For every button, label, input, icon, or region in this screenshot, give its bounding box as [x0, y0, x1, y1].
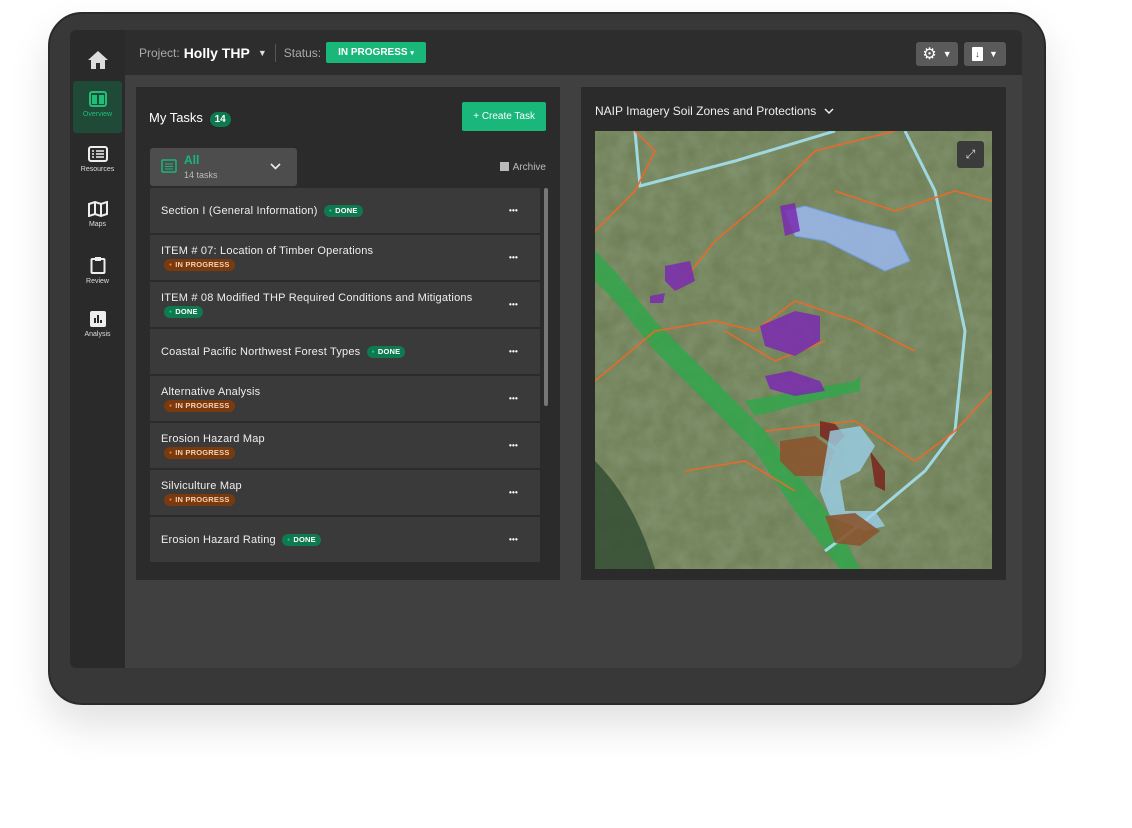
archive-button[interactable]: Archive	[499, 162, 546, 173]
status-badge: IN PROGRESS	[164, 258, 235, 271]
task-count-badge: 14	[209, 112, 231, 127]
map-icon	[87, 201, 108, 217]
status-dropdown[interactable]: IN PROGRESS ▾	[326, 42, 426, 63]
archive-icon	[499, 162, 509, 171]
more-options-icon[interactable]: •••	[509, 439, 518, 453]
task-title: Erosion Hazard Rating DONE	[161, 533, 321, 547]
more-options-icon[interactable]: •••	[509, 298, 518, 312]
divider	[274, 43, 276, 62]
status-badge: DONE	[282, 533, 321, 546]
task-row[interactable]: Section I (General Information) DONE •••	[150, 188, 540, 233]
settings-button[interactable]: ⚙ ▼	[916, 42, 958, 66]
task-row[interactable]: ITEM # 07: Location of Timber Operations…	[150, 235, 540, 280]
chart-icon	[89, 311, 106, 327]
task-row[interactable]: Erosion Hazard Rating DONE •••	[150, 517, 540, 562]
task-row[interactable]: ITEM # 08 Modified THP Required Conditio…	[150, 282, 540, 327]
sidebar-item-resources[interactable]: Resources	[73, 136, 122, 188]
status-badge: IN PROGRESS	[164, 493, 235, 506]
task-row[interactable]: Erosion Hazard MapIN PROGRESS •••	[150, 423, 540, 468]
task-title: ITEM # 08 Modified THP Required Conditio…	[161, 291, 504, 319]
status-badge: IN PROGRESS	[164, 446, 235, 459]
status-badge: IN PROGRESS	[164, 399, 235, 412]
sidebar: Overview Resources Maps Review Analysis	[70, 30, 125, 668]
sidebar-item-review[interactable]: Review	[73, 246, 122, 298]
overview-icon	[88, 91, 107, 107]
gear-icon: ⚙	[922, 46, 937, 63]
sidebar-item-analysis[interactable]: Analysis	[73, 301, 122, 353]
more-options-icon[interactable]: •••	[509, 392, 518, 406]
clipboard-icon	[90, 257, 105, 274]
task-row[interactable]: Alternative AnalysisIN PROGRESS •••	[150, 376, 540, 421]
map-panel: NAIP Imagery Soil Zones and Protections …	[581, 87, 1006, 580]
app-screen: Overview Resources Maps Review Analysis …	[70, 30, 1022, 668]
more-options-icon[interactable]: •••	[509, 486, 518, 500]
caret-down-icon[interactable]: ▼	[258, 48, 267, 58]
task-title: ITEM # 07: Location of Timber Operations…	[161, 244, 373, 272]
chevron-down-icon	[270, 163, 281, 170]
more-options-icon[interactable]: •••	[509, 345, 518, 359]
sidebar-item-overview[interactable]: Overview	[73, 81, 122, 133]
fullscreen-button[interactable]: ⤢	[957, 141, 984, 168]
task-row[interactable]: Coastal Pacific Northwest Forest Types D…	[150, 329, 540, 374]
map-imagery	[595, 131, 992, 569]
more-options-icon[interactable]: •••	[509, 533, 518, 547]
task-title: Erosion Hazard MapIN PROGRESS	[161, 432, 265, 460]
scrollbar[interactable]	[544, 188, 548, 406]
status-badge: DONE	[323, 204, 363, 217]
task-list: Section I (General Information) DONE ••• I…	[150, 188, 540, 566]
tasks-title: My Tasks 14	[149, 110, 231, 127]
create-task-button[interactable]: + Create Task	[462, 102, 546, 131]
task-filter-dropdown[interactable]: All 14 tasks	[150, 148, 297, 186]
list-icon	[161, 159, 177, 173]
download-button[interactable]: ↓ ▼	[964, 42, 1006, 66]
task-title: Silviculture MapIN PROGRESS	[161, 479, 242, 507]
list-icon	[87, 146, 108, 162]
more-options-icon[interactable]: •••	[509, 204, 518, 218]
top-bar: Project: Holly THP ▼ Status: IN PROGRESS…	[125, 30, 1022, 75]
expand-icon: ⤢	[965, 147, 976, 161]
task-title: Section I (General Information) DONE	[161, 204, 363, 218]
status-badge: DONE	[366, 345, 406, 358]
status-badge: DONE	[164, 305, 203, 318]
more-options-icon[interactable]: •••	[509, 251, 518, 265]
chevron-down-icon	[824, 108, 834, 115]
task-row[interactable]: Silviculture MapIN PROGRESS •••	[150, 470, 540, 515]
tasks-panel: My Tasks 14 + Create Task All 14 tasks A…	[136, 87, 560, 580]
task-title: Coastal Pacific Northwest Forest Types D…	[161, 345, 406, 359]
project-selector[interactable]: Holly THP	[184, 45, 250, 61]
map-view[interactable]: ⤢	[595, 131, 992, 569]
file-download-icon: ↓	[972, 47, 984, 61]
map-layer-selector[interactable]: NAIP Imagery Soil Zones and Protections	[595, 104, 834, 118]
task-title: Alternative AnalysisIN PROGRESS	[161, 385, 260, 413]
home-icon	[87, 51, 108, 69]
sidebar-item-maps[interactable]: Maps	[73, 191, 122, 243]
